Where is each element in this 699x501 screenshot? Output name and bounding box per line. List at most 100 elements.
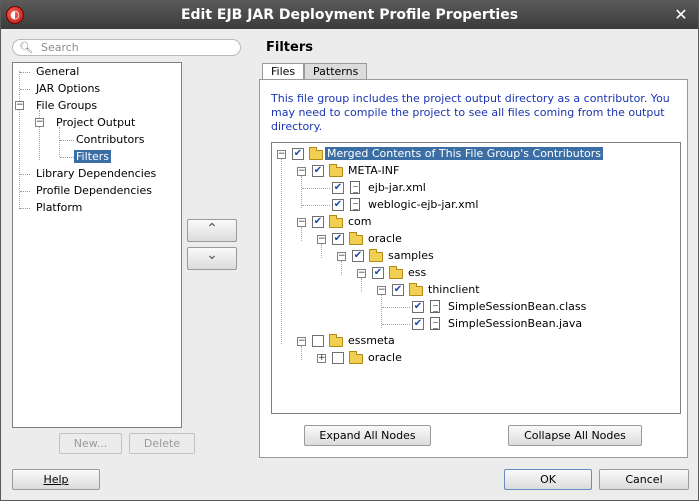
close-icon[interactable]: ✕	[671, 5, 691, 25]
tree-guide	[301, 227, 302, 241]
tree-connector	[20, 89, 30, 90]
new-button[interactable]: New...	[59, 433, 122, 454]
file-tree[interactable]: − ✔ Merged Contents of This File Group's…	[271, 142, 681, 414]
nav-item-file-groups[interactable]: File Groups	[36, 98, 97, 114]
collapse-icon[interactable]: −	[317, 235, 326, 244]
navigation-tree[interactable]: General JAR Options − File Groups − Proj…	[12, 62, 182, 428]
nav-item-filters[interactable]: Filters	[74, 149, 111, 165]
tree-node-meta-inf[interactable]: META-INF	[348, 163, 399, 179]
tree-guide	[59, 127, 60, 157]
checkbox-oracle-essmeta[interactable]	[332, 352, 344, 364]
tree-connector	[20, 72, 30, 73]
checkbox-simple-session-bean-class[interactable]: ✔	[412, 301, 424, 313]
tree-connector	[20, 191, 30, 192]
file-icon	[350, 198, 360, 211]
nav-item-general[interactable]: General	[36, 64, 79, 80]
help-button[interactable]: Help	[12, 469, 100, 490]
folder-icon	[349, 232, 363, 245]
tree-connector	[20, 174, 30, 175]
nav-item-library-dependencies[interactable]: Library Dependencies	[36, 166, 156, 182]
collapse-icon[interactable]: −	[297, 218, 306, 227]
tree-node-simple-session-bean-java[interactable]: SimpleSessionBean.java	[448, 316, 582, 332]
checkbox-oracle[interactable]: ✔	[332, 233, 344, 245]
expand-all-nodes-button[interactable]: Expand All Nodes	[304, 425, 431, 446]
dialog-window: ◐ Edit EJB JAR Deployment Profile Proper…	[0, 0, 699, 501]
folder-icon	[329, 334, 343, 347]
search-input[interactable]: 🔍︎ Search	[12, 39, 241, 56]
checkbox-weblogic-ejb-jar[interactable]: ✔	[332, 199, 344, 211]
folder-icon	[309, 147, 323, 160]
move-down-button[interactable]: ⌄	[187, 247, 237, 270]
file-icon	[350, 181, 360, 194]
app-icon: ◐	[6, 6, 24, 24]
tree-node-oracle-essmeta[interactable]: oracle	[368, 350, 402, 366]
collapse-icon[interactable]: −	[35, 118, 44, 127]
folder-icon	[369, 249, 383, 262]
tree-node-ess[interactable]: ess	[408, 265, 426, 281]
tree-node-essmeta[interactable]: essmeta	[348, 333, 395, 349]
tree-guide	[281, 159, 282, 344]
checkbox-ess[interactable]: ✔	[372, 267, 384, 279]
collapse-icon[interactable]: −	[377, 286, 386, 295]
info-message: This file group includes the project out…	[271, 92, 670, 133]
folder-icon	[329, 215, 343, 228]
delete-button[interactable]: Delete	[129, 433, 195, 454]
nav-item-platform[interactable]: Platform	[36, 200, 82, 216]
collapse-icon[interactable]: −	[337, 252, 346, 261]
checkbox-meta-inf[interactable]: ✔	[312, 165, 324, 177]
tree-node-merged-contents[interactable]: Merged Contents of This File Group's Con…	[325, 146, 604, 162]
tree-connector	[302, 205, 330, 206]
tree-connector	[60, 157, 74, 158]
ok-button[interactable]: OK	[504, 469, 592, 490]
panel-title: Filters	[266, 40, 313, 55]
tree-connector	[382, 324, 410, 325]
nav-item-jar-options[interactable]: JAR Options	[36, 81, 100, 97]
tree-node-thinclient[interactable]: thinclient	[428, 282, 480, 298]
tree-node-com[interactable]: com	[348, 214, 372, 230]
move-up-button[interactable]: ⌃	[187, 219, 237, 242]
checkbox-com[interactable]: ✔	[312, 216, 324, 228]
tree-connector	[60, 140, 74, 141]
tree-guide	[19, 71, 20, 209]
tree-connector	[382, 307, 410, 308]
collapse-all-nodes-button[interactable]: Collapse All Nodes	[508, 425, 642, 446]
nav-item-project-output[interactable]: Project Output	[56, 115, 135, 131]
tree-node-ejb-jar[interactable]: ejb-jar.xml	[368, 180, 426, 196]
tab-patterns[interactable]: Patterns	[304, 63, 368, 80]
tree-guide	[301, 346, 302, 360]
cancel-button[interactable]: Cancel	[599, 469, 689, 490]
tree-connector	[20, 208, 30, 209]
search-placeholder: Search	[40, 41, 79, 54]
file-icon	[430, 300, 440, 313]
window-title: Edit EJB JAR Deployment Profile Properti…	[180, 7, 519, 23]
tree-node-weblogic-ejb-jar[interactable]: weblogic-ejb-jar.xml	[368, 197, 478, 213]
folder-icon	[329, 164, 343, 177]
checkbox-simple-session-bean-java[interactable]: ✔	[412, 318, 424, 330]
tree-connector	[302, 188, 330, 189]
collapse-icon[interactable]: −	[357, 269, 366, 278]
expand-icon[interactable]: +	[317, 354, 326, 363]
nav-item-contributors[interactable]: Contributors	[76, 132, 145, 148]
file-icon	[430, 317, 440, 330]
checkbox-merged-contents[interactable]: ✔	[292, 148, 304, 160]
collapse-icon[interactable]: −	[297, 337, 306, 346]
checkbox-samples[interactable]: ✔	[352, 250, 364, 262]
tree-guide	[341, 261, 342, 275]
folder-icon	[349, 351, 363, 364]
title-bar: ◐ Edit EJB JAR Deployment Profile Proper…	[1, 1, 698, 29]
search-icon: 🔍︎	[19, 41, 33, 54]
checkbox-thinclient[interactable]: ✔	[392, 284, 404, 296]
folder-icon	[409, 283, 423, 296]
tree-node-oracle[interactable]: oracle	[368, 231, 402, 247]
collapse-icon[interactable]: −	[15, 101, 24, 110]
tree-guide	[361, 278, 362, 292]
tree-node-simple-session-bean-class[interactable]: SimpleSessionBean.class	[448, 299, 586, 315]
checkbox-ejb-jar[interactable]: ✔	[332, 182, 344, 194]
tree-guide	[321, 244, 322, 258]
collapse-icon[interactable]: −	[277, 150, 286, 159]
collapse-icon[interactable]: −	[297, 167, 306, 176]
tree-guide	[301, 176, 302, 208]
nav-item-profile-dependencies[interactable]: Profile Dependencies	[36, 183, 152, 199]
tree-node-samples[interactable]: samples	[388, 248, 434, 264]
checkbox-essmeta[interactable]	[312, 335, 324, 347]
